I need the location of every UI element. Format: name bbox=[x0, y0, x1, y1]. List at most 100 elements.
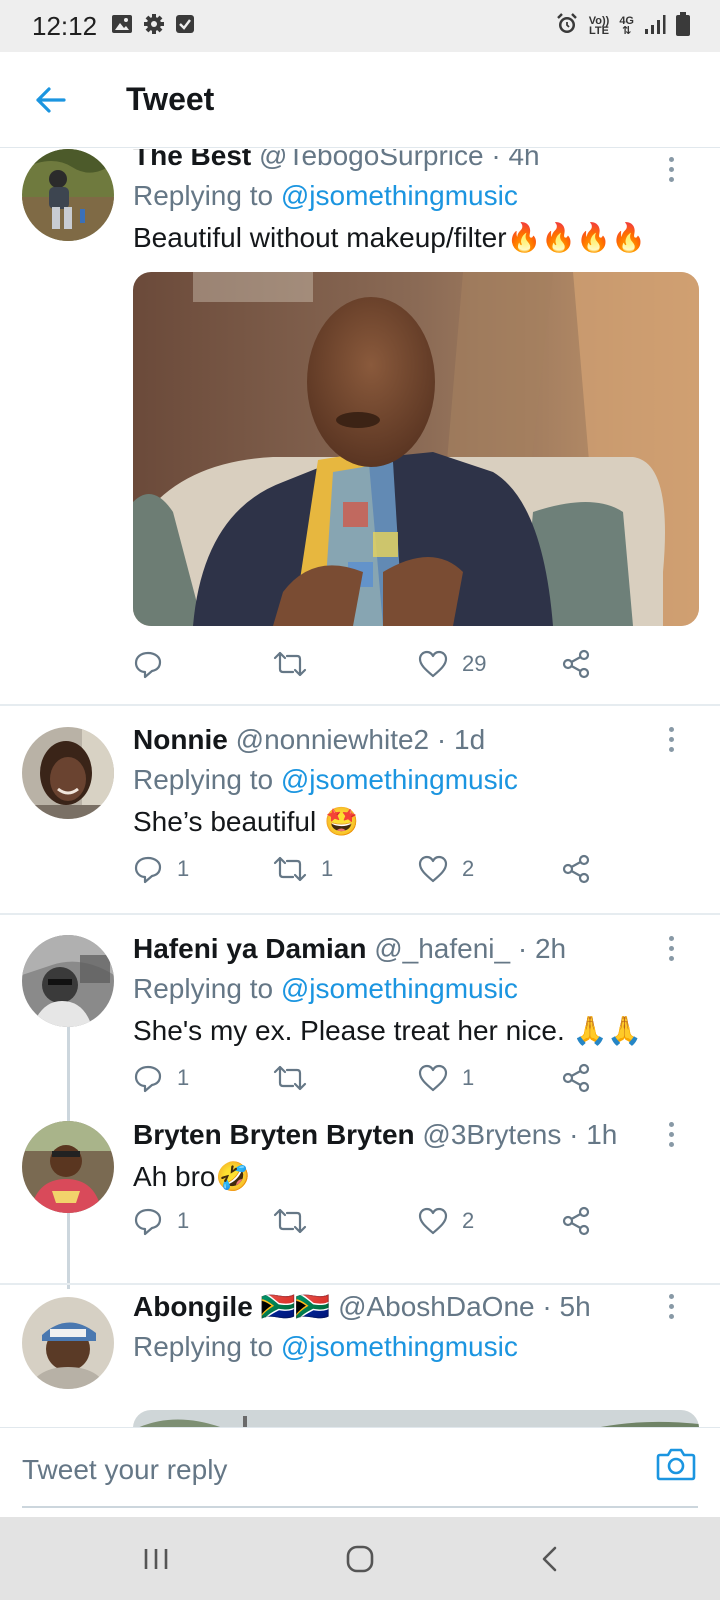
replying-to-label: Replying to bbox=[133, 1331, 281, 1362]
author-name[interactable]: The Best bbox=[133, 149, 251, 171]
replying-to-label: Replying to bbox=[133, 180, 281, 211]
reply-button[interactable]: 1 bbox=[133, 1201, 189, 1241]
like-button[interactable]: 29 bbox=[418, 644, 486, 684]
status-bar: 12:12 Vo)) LTE 4G ⇅ bbox=[0, 0, 720, 52]
like-count: 2 bbox=[462, 1208, 475, 1233]
tweet-media-image[interactable] bbox=[133, 1410, 699, 1427]
heart-icon bbox=[418, 1064, 448, 1092]
reply-icon bbox=[134, 1208, 162, 1236]
tweet-media-image[interactable] bbox=[133, 272, 699, 626]
status-time: 12:12 bbox=[32, 10, 98, 41]
reply-feed[interactable]: The Best @TebogoSurprice · 4h Replying t… bbox=[0, 149, 720, 1427]
author-name[interactable]: Nonnie bbox=[133, 724, 228, 755]
replying-to: Replying to @jsomethingmusic bbox=[133, 176, 700, 216]
separator-dot: · bbox=[542, 1291, 552, 1322]
timestamp: 1d bbox=[454, 724, 486, 755]
author-handle[interactable]: @3Brytens bbox=[422, 1119, 561, 1150]
page-title: Tweet bbox=[126, 81, 215, 117]
tweet-actions: 1 1 bbox=[133, 1058, 603, 1098]
reply-count: 1 bbox=[177, 1208, 190, 1233]
back-button[interactable] bbox=[20, 70, 80, 130]
author-name[interactable]: Bryten Bryten Bryten bbox=[133, 1119, 415, 1150]
back-icon bbox=[542, 1546, 557, 1572]
retweet-button[interactable] bbox=[273, 1201, 321, 1241]
tweet-text: She’s beautiful 🤩 bbox=[133, 806, 359, 837]
signal-icon bbox=[644, 13, 666, 40]
tweet-header: Hafeni ya Damian @_hafeni_ · 2h bbox=[133, 929, 700, 969]
retweet-button[interactable] bbox=[273, 1058, 321, 1098]
retweet-button[interactable]: 1 bbox=[273, 849, 333, 889]
share-button[interactable] bbox=[561, 1201, 591, 1241]
nav-back-button[interactable] bbox=[530, 1539, 570, 1579]
image-icon bbox=[111, 14, 133, 39]
reply-button[interactable]: 1 bbox=[133, 849, 189, 889]
replying-to-label: Replying to bbox=[133, 764, 281, 795]
timestamp: 5h bbox=[559, 1291, 591, 1322]
author-handle[interactable]: @_hafeni_ bbox=[374, 933, 510, 964]
reply-icon bbox=[134, 856, 162, 884]
more-options-button[interactable] bbox=[656, 154, 686, 184]
replying-to-mention[interactable]: @jsomethingmusic bbox=[281, 1331, 518, 1362]
tweet-text: Beautiful without makeup/filter🔥🔥🔥🔥 bbox=[133, 222, 646, 253]
replying-to: Replying to @jsomethingmusic bbox=[133, 760, 700, 800]
retweet-button[interactable] bbox=[273, 644, 321, 684]
share-button[interactable] bbox=[561, 644, 591, 684]
avatar[interactable] bbox=[22, 149, 114, 241]
separator-dot: · bbox=[436, 724, 447, 755]
battery-icon bbox=[676, 11, 690, 41]
like-button[interactable]: 1 bbox=[418, 1058, 474, 1098]
replying-to-label: Replying to bbox=[133, 973, 281, 1004]
tweet-item[interactable]: Hafeni ya Damian @_hafeni_ · 2h Replying… bbox=[0, 915, 720, 1119]
author-name[interactable]: Hafeni ya Damian bbox=[133, 933, 366, 964]
home-button[interactable] bbox=[340, 1539, 380, 1579]
author-name[interactable]: Abongile 🇿🇦🇿🇦 bbox=[133, 1291, 330, 1322]
like-count: 29 bbox=[462, 651, 487, 676]
tweet-text: Ah bro🤣 bbox=[133, 1161, 251, 1192]
reply-button[interactable] bbox=[133, 644, 177, 684]
share-icon bbox=[562, 649, 590, 679]
reply-button[interactable]: 1 bbox=[133, 1058, 189, 1098]
author-handle[interactable]: @AboshDaOne bbox=[338, 1291, 535, 1322]
avatar[interactable] bbox=[22, 727, 114, 819]
camera-button[interactable] bbox=[656, 1446, 698, 1488]
share-icon bbox=[562, 854, 590, 884]
share-button[interactable] bbox=[561, 849, 591, 889]
system-nav-bar bbox=[0, 1517, 720, 1600]
tweet-item[interactable]: Bryten Bryten Bryten @3Brytens · 1h Ah b… bbox=[0, 1119, 720, 1273]
avatar[interactable] bbox=[22, 1121, 114, 1213]
more-options-button[interactable] bbox=[656, 1119, 686, 1149]
author-handle[interactable]: @nonniewhite2 bbox=[236, 724, 429, 755]
avatar[interactable] bbox=[22, 935, 114, 1027]
like-count: 2 bbox=[462, 856, 475, 881]
more-options-button[interactable] bbox=[656, 1291, 686, 1321]
reply-count: 1 bbox=[177, 856, 190, 881]
timestamp: 4h bbox=[508, 149, 540, 171]
reply-icon bbox=[134, 1065, 162, 1093]
share-icon bbox=[562, 1063, 590, 1093]
check-box-icon bbox=[175, 14, 195, 39]
4g-icon: 4G ⇅ bbox=[619, 15, 634, 37]
retweet-count: 1 bbox=[321, 856, 334, 881]
like-button[interactable]: 2 bbox=[418, 1201, 474, 1241]
share-icon bbox=[562, 1206, 590, 1236]
replying-to-mention[interactable]: @jsomethingmusic bbox=[281, 764, 518, 795]
reply-input[interactable] bbox=[22, 1428, 662, 1512]
tweet-item[interactable]: Nonnie @nonniewhite2 · 1d Replying to @j… bbox=[0, 706, 720, 913]
share-button[interactable] bbox=[561, 1058, 591, 1098]
tweet-header: Nonnie @nonniewhite2 · 1d bbox=[133, 720, 700, 760]
recent-apps-button[interactable] bbox=[136, 1539, 176, 1579]
replying-to-mention[interactable]: @jsomethingmusic bbox=[281, 180, 518, 211]
tweet-item[interactable]: Abongile 🇿🇦🇿🇦 @AboshDaOne · 5h Replying … bbox=[0, 1285, 720, 1427]
tweet-item[interactable]: The Best @TebogoSurprice · 4h Replying t… bbox=[0, 149, 720, 701]
avatar[interactable] bbox=[22, 1297, 114, 1389]
replying-to-mention[interactable]: @jsomethingmusic bbox=[281, 973, 518, 1004]
reply-count: 1 bbox=[177, 1065, 190, 1090]
arrow-left-icon bbox=[36, 86, 66, 113]
more-options-button[interactable] bbox=[656, 724, 686, 754]
like-button[interactable]: 2 bbox=[418, 849, 474, 889]
author-handle[interactable]: @TebogoSurprice bbox=[259, 149, 484, 171]
more-options-button[interactable] bbox=[656, 933, 686, 963]
tweet-header: Bryten Bryten Bryten @3Brytens · 1h bbox=[133, 1115, 700, 1155]
timestamp: 1h bbox=[586, 1119, 618, 1150]
heart-icon bbox=[418, 1207, 448, 1235]
